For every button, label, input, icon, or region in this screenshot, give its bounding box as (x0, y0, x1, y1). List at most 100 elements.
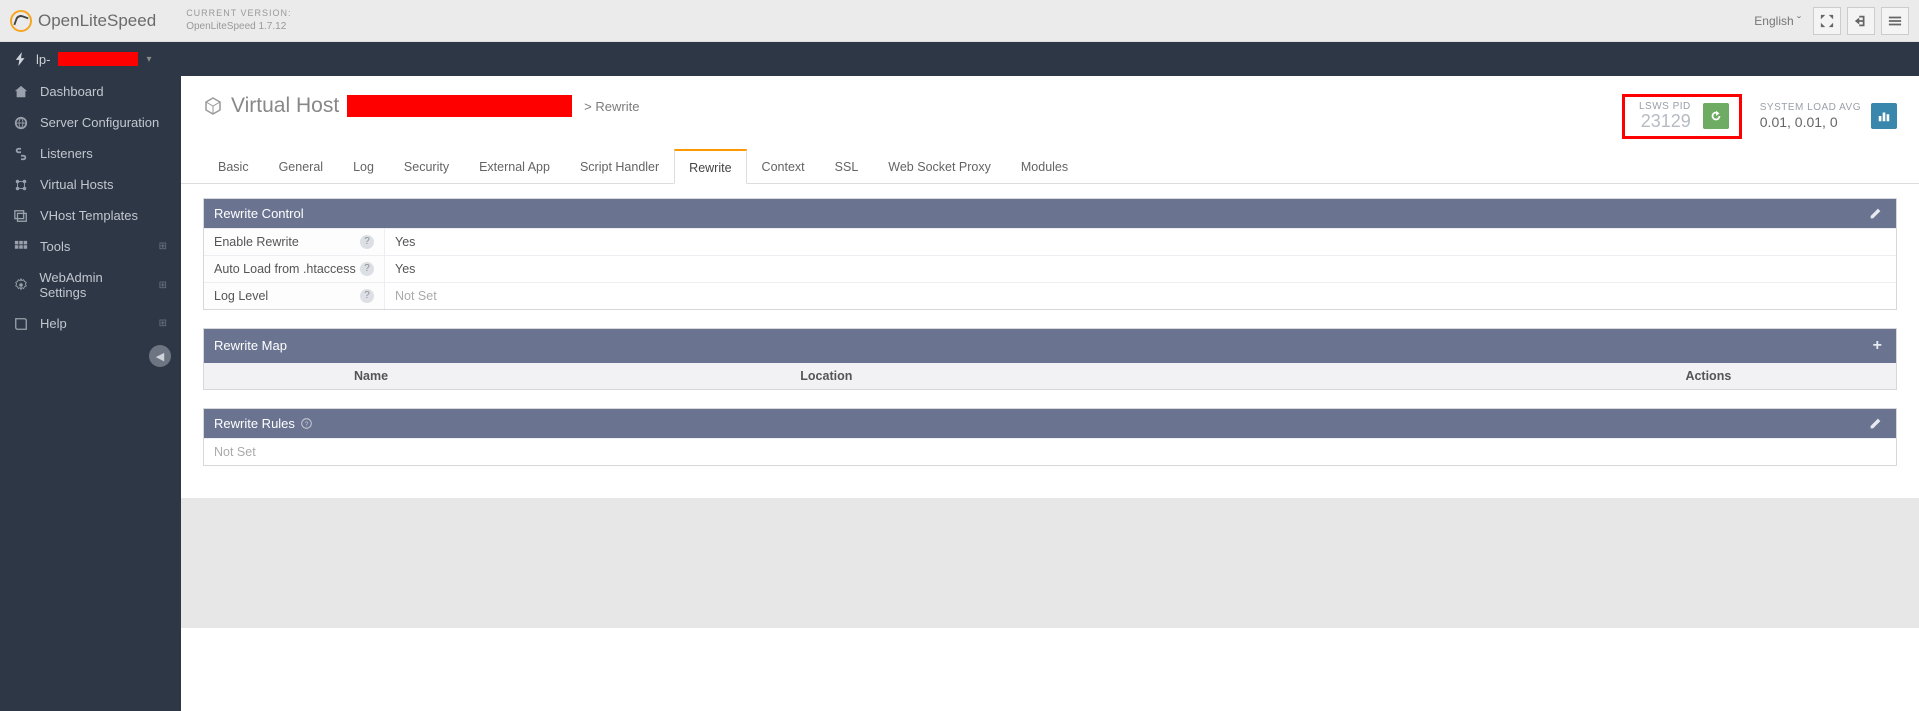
system-load-box: SYSTEM LOAD AVG 0.01, 0.01, 0 (1760, 94, 1897, 139)
sidebar-item-label: VHost Templates (40, 208, 138, 223)
restart-button[interactable] (1703, 103, 1729, 129)
row-label: Log Level (214, 289, 268, 303)
tab-ssl[interactable]: SSL (820, 149, 874, 184)
expand-icon: ⊞ (159, 241, 167, 252)
tab-log[interactable]: Log (338, 149, 389, 184)
version-value: OpenLiteSpeed 1.7.12 (186, 20, 291, 33)
gear-icon (14, 278, 29, 292)
chart-icon (1877, 109, 1891, 123)
row-label: Enable Rewrite (214, 235, 299, 249)
grid-icon (14, 240, 30, 254)
globe-icon (14, 116, 30, 130)
col-location: Location (790, 363, 1520, 389)
sidebar-item-dashboard[interactable]: Dashboard (0, 76, 181, 107)
row-auto-load-htaccess: Auto Load from .htaccess? Yes (204, 255, 1896, 282)
svg-text:?: ? (305, 421, 309, 428)
help-icon[interactable]: ? (360, 289, 374, 303)
logout-button[interactable] (1847, 7, 1875, 35)
panel-title: Rewrite Map (214, 338, 287, 353)
brand-logo[interactable]: OpenLiteSpeed (10, 10, 156, 32)
logo-swirl-icon (10, 10, 32, 32)
chevron-down-icon: ˇ (1797, 14, 1801, 28)
book-icon (14, 317, 30, 331)
tab-web-socket-proxy[interactable]: Web Socket Proxy (873, 149, 1006, 184)
page-title: Virtual Host > Rewrite (203, 94, 639, 118)
panel-rewrite-rules: Rewrite Rules ? Not Set (203, 408, 1897, 466)
server-bar[interactable]: lp- ▾ (0, 42, 1919, 76)
table-header: Name Location Actions (204, 363, 1896, 389)
plus-icon: + (1873, 337, 1882, 354)
arrow-left-icon: ◀ (156, 350, 164, 363)
redacted-vhost-name (347, 95, 572, 117)
sidebar: Dashboard Server Configuration Listeners… (0, 76, 181, 711)
menu-button[interactable] (1881, 7, 1909, 35)
version-block: CURRENT VERSION: OpenLiteSpeed 1.7.12 (186, 8, 291, 33)
panel-rewrite-control: Rewrite Control Enable Rewrite? Yes Auto… (203, 198, 1897, 310)
panel-title: Rewrite Control (214, 206, 304, 221)
add-button[interactable]: + (1869, 335, 1886, 357)
tab-modules[interactable]: Modules (1006, 149, 1083, 184)
edit-button[interactable] (1865, 205, 1886, 222)
load-value: 0.01, 0.01, 0 (1760, 114, 1861, 131)
chevron-down-icon: ▾ (146, 54, 151, 65)
restart-icon (1709, 109, 1723, 123)
sidebar-item-virtual-hosts[interactable]: Virtual Hosts (0, 169, 181, 200)
panel-title: Rewrite Rules (214, 416, 295, 431)
load-label: SYSTEM LOAD AVG (1760, 102, 1861, 114)
row-value: Not Set (384, 283, 1896, 309)
rules-value: Not Set (204, 438, 1896, 465)
brand-text: OpenLiteSpeed (38, 11, 156, 31)
sidebar-item-label: Tools (40, 239, 70, 254)
sidebar-item-server-config[interactable]: Server Configuration (0, 107, 181, 138)
link-icon (14, 147, 30, 161)
help-icon[interactable]: ? (360, 262, 374, 276)
tab-security[interactable]: Security (389, 149, 464, 184)
expand-icon (1820, 14, 1834, 28)
tab-script-handler[interactable]: Script Handler (565, 149, 674, 184)
sidebar-item-webadmin[interactable]: WebAdmin Settings ⊞ (0, 262, 181, 308)
edit-button[interactable] (1865, 415, 1886, 432)
sidebar-item-help[interactable]: Help ⊞ (0, 308, 181, 339)
tab-context[interactable]: Context (747, 149, 820, 184)
tab-external-app[interactable]: External App (464, 149, 565, 184)
help-icon[interactable]: ? (301, 418, 312, 429)
row-value: Yes (384, 256, 1896, 282)
expand-icon: ⊞ (159, 318, 167, 329)
sidebar-item-vhost-templates[interactable]: VHost Templates (0, 200, 181, 231)
top-header: OpenLiteSpeed CURRENT VERSION: OpenLiteS… (0, 0, 1919, 42)
row-value: Yes (384, 229, 1896, 255)
sidebar-collapse-button[interactable]: ◀ (149, 345, 171, 367)
tab-rewrite[interactable]: Rewrite (674, 149, 746, 184)
language-switcher[interactable]: English ˇ (1748, 10, 1807, 32)
col-name: Name (344, 363, 790, 389)
tab-general[interactable]: General (264, 149, 338, 184)
help-icon[interactable]: ? (360, 235, 374, 249)
breadcrumb: > Rewrite (584, 99, 639, 114)
logout-icon (1854, 14, 1868, 28)
sidebar-item-label: Listeners (40, 146, 93, 161)
panel-rewrite-map: Rewrite Map + Name Location Actions (203, 328, 1897, 390)
row-enable-rewrite: Enable Rewrite? Yes (204, 228, 1896, 255)
sidebar-item-label: Dashboard (40, 84, 104, 99)
vhost-tabs: Basic General Log Security External App … (181, 149, 1919, 184)
sidebar-item-label: WebAdmin Settings (39, 270, 148, 300)
redacted-server-name (58, 52, 138, 66)
sidebar-item-label: Virtual Hosts (40, 177, 113, 192)
lsws-pid-box: LSWS PID 23129 (1622, 94, 1742, 139)
row-log-level: Log Level? Not Set (204, 282, 1896, 309)
stats-button[interactable] (1871, 103, 1897, 129)
bolt-icon (14, 52, 28, 66)
tab-basic[interactable]: Basic (203, 149, 264, 184)
fullscreen-button[interactable] (1813, 7, 1841, 35)
pid-value: 23129 (1639, 112, 1691, 132)
home-icon (14, 85, 30, 99)
sidebar-item-listeners[interactable]: Listeners (0, 138, 181, 169)
vhost-icon (14, 178, 30, 192)
cube-icon (203, 96, 223, 116)
sidebar-item-label: Server Configuration (40, 115, 159, 130)
pencil-icon (1869, 417, 1882, 430)
main-content: Virtual Host > Rewrite LSWS PID 23129 (181, 76, 1919, 711)
expand-icon: ⊞ (159, 280, 167, 291)
sidebar-item-tools[interactable]: Tools ⊞ (0, 231, 181, 262)
pencil-icon (1869, 207, 1882, 220)
